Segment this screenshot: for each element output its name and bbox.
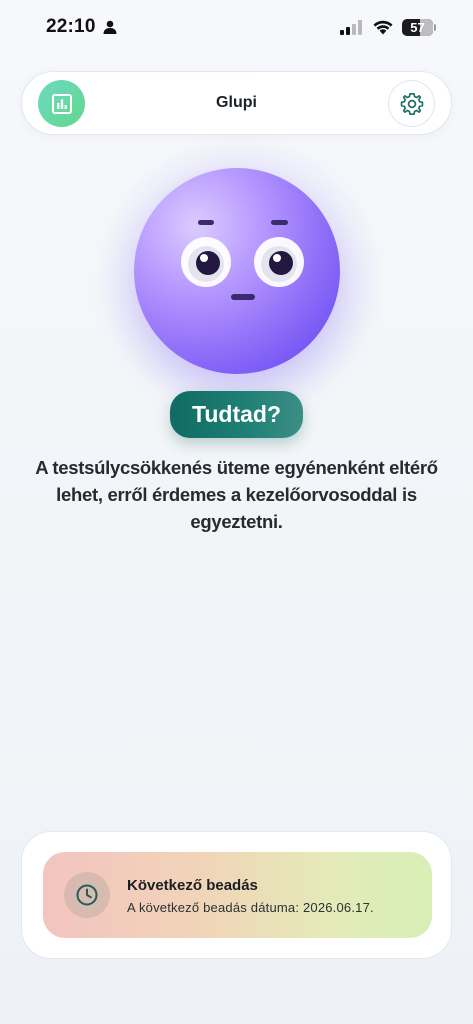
header-bar: Glupi	[21, 71, 452, 135]
status-bar: 22:10 57	[0, 0, 473, 56]
clock-icon	[76, 884, 98, 906]
right-eyebrow	[271, 220, 288, 225]
battery-icon: 57	[402, 19, 436, 36]
fact-text: A testsúlycsökkenés üteme egyénenként el…	[35, 457, 438, 532]
mouth	[231, 294, 255, 300]
status-time: 22:10	[46, 16, 96, 37]
did-you-know-badge: Tudtad?	[170, 391, 303, 438]
settings-button[interactable]	[388, 80, 435, 127]
next-submission-card[interactable]: Következő beadás A következő beadás dátu…	[43, 852, 432, 938]
next-submission-title: Következő beadás	[127, 877, 258, 894]
clock-badge	[64, 872, 110, 918]
app-title: Glupi	[216, 94, 257, 111]
battery-level: 57	[410, 20, 425, 35]
bottom-card: Következő beadás A következő beadás dátu…	[21, 831, 452, 959]
gear-icon	[400, 92, 423, 115]
left-eyebrow	[198, 220, 214, 225]
mascot-face	[134, 168, 340, 374]
wifi-icon	[373, 20, 393, 35]
signal-icon	[340, 20, 362, 35]
next-submission-date: A következő beadás dátuma: 2026.06.17.	[127, 900, 374, 915]
person-icon	[103, 20, 117, 34]
